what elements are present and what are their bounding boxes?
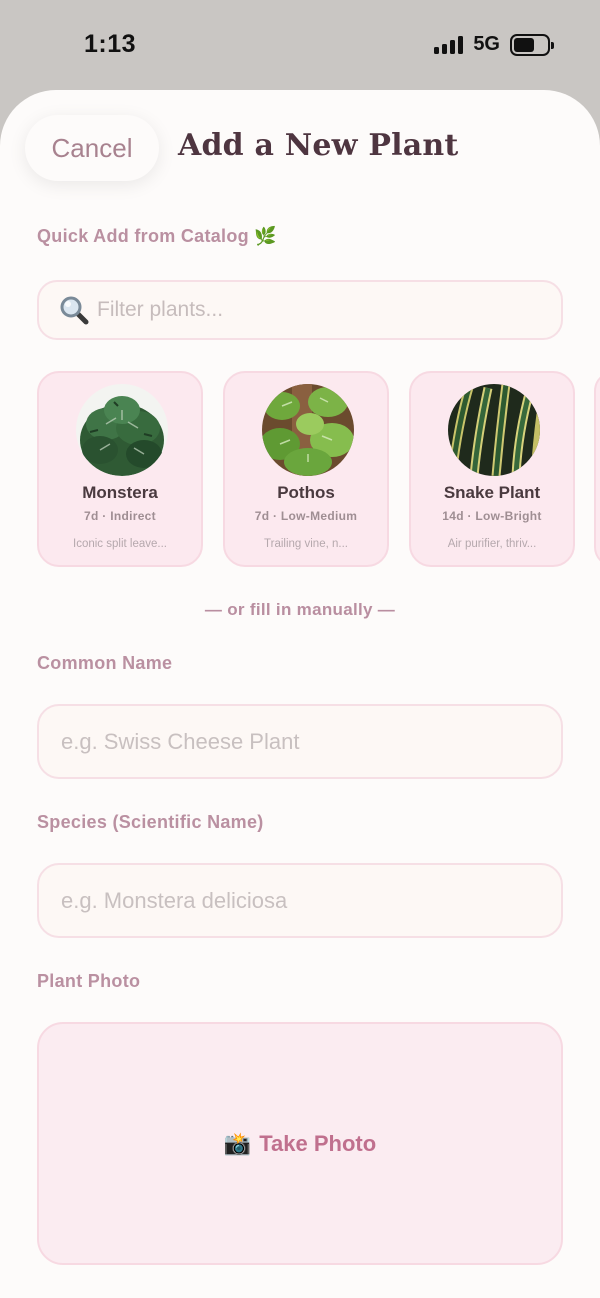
status-time: 1:13 xyxy=(84,30,137,58)
plant-card-meta: 14d · Low-Bright xyxy=(442,509,542,523)
cellular-signal-icon xyxy=(434,35,464,54)
status-indicators: 5G xyxy=(434,33,554,56)
catalog-card-next[interactable] xyxy=(594,371,600,567)
plant-photo-label: Plant Photo xyxy=(37,971,141,991)
add-plant-sheet: Cancel Add a New Plant Quick Add from Ca… xyxy=(0,90,600,1298)
search-icon xyxy=(59,295,89,325)
common-name-field[interactable] xyxy=(37,704,563,779)
species-label: Species (Scientific Name) xyxy=(37,812,264,832)
plant-card-meta: 7d · Indirect xyxy=(84,509,156,523)
photo-dropzone[interactable]: 📸 Take Photo xyxy=(37,1022,563,1265)
network-type: 5G xyxy=(473,33,500,55)
camera-flash-icon: 📸 xyxy=(223,1130,252,1156)
common-name-input[interactable] xyxy=(61,728,541,755)
plant-card-meta: 7d · Low-Medium xyxy=(254,509,358,523)
catalog-card-pothos[interactable]: Pothos 7d · Low-Medium Trailing vine, n.… xyxy=(223,371,389,567)
catalog-carousel[interactable]: Monstera 7d · Indirect Iconic split leav… xyxy=(37,371,600,569)
take-photo-button[interactable]: 📸 Take Photo xyxy=(224,1131,376,1157)
plant-card-name: Snake Plant xyxy=(443,483,541,502)
plant-card-name: Monstera xyxy=(82,483,158,502)
pothos-image xyxy=(262,384,354,476)
manual-entry-divider: — or fill in manually — xyxy=(204,600,396,619)
catalog-card-monstera[interactable]: Monstera 7d · Indirect Iconic split leav… xyxy=(37,371,203,567)
monstera-image xyxy=(76,384,168,476)
snake-plant-image xyxy=(448,384,540,476)
status-bar: 1:13 5G xyxy=(0,0,600,90)
common-name-label: Common Name xyxy=(37,653,173,673)
catalog-card-snake-plant[interactable]: Snake Plant 14d · Low-Bright Air purifie… xyxy=(409,371,575,567)
page-title: Add a New Plant xyxy=(178,128,459,163)
catalog-section-label: Quick Add from Catalog 🌿 xyxy=(37,226,277,246)
search-input[interactable] xyxy=(97,298,537,322)
battery-icon xyxy=(510,33,554,56)
take-photo-label: Take Photo xyxy=(259,1130,377,1156)
battery-level xyxy=(514,37,535,52)
species-field[interactable] xyxy=(37,863,563,938)
plant-card-description: Iconic split leave... xyxy=(73,538,167,550)
plant-filter-field[interactable] xyxy=(37,280,563,340)
cancel-button[interactable]: Cancel xyxy=(25,115,159,181)
plant-card-description: Trailing vine, n... xyxy=(264,538,348,550)
plant-card-name: Pothos xyxy=(277,483,335,502)
species-input[interactable] xyxy=(61,887,541,914)
plant-card-description: Air purifier, thriv... xyxy=(447,538,537,550)
